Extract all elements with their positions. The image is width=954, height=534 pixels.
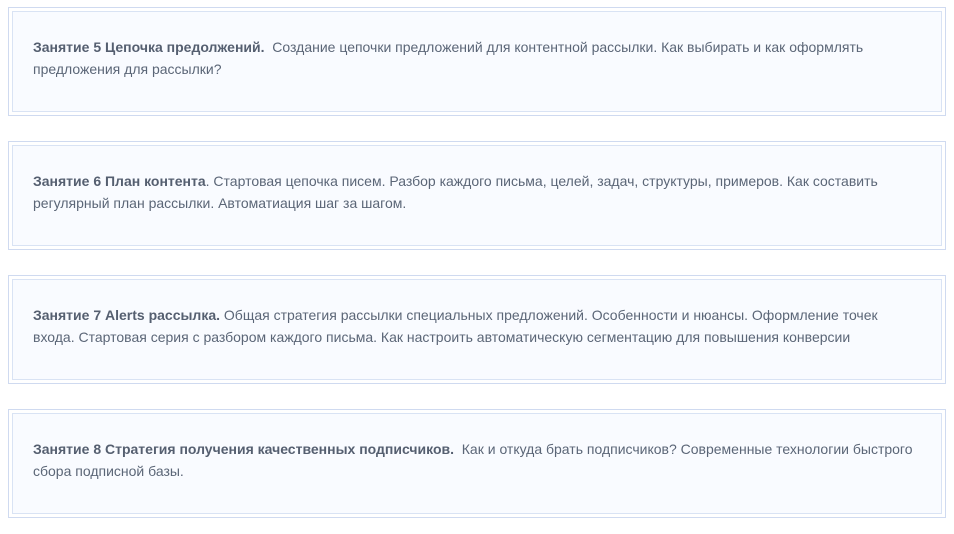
lesson-title: Занятие 7 Alerts рассылка. bbox=[33, 307, 221, 323]
lesson-card-body: Занятие 7 Alerts рассылка. Общая стратег… bbox=[12, 279, 942, 380]
lesson-card-7: Занятие 7 Alerts рассылка. Общая стратег… bbox=[8, 275, 946, 384]
lesson-title: Занятие 8 Стратегия получения качественн… bbox=[33, 441, 454, 457]
lesson-text: Занятие 7 Alerts рассылка. Общая стратег… bbox=[33, 304, 921, 348]
lesson-card-6: Занятие 6 План контента. Стартовая цепоч… bbox=[8, 141, 946, 250]
lesson-text: Занятие 6 План контента. Стартовая цепоч… bbox=[33, 170, 921, 214]
lesson-card-body: Занятие 8 Стратегия получения качественн… bbox=[12, 413, 942, 514]
lesson-card-8: Занятие 8 Стратегия получения качественн… bbox=[8, 409, 946, 518]
lesson-card-5: Занятие 5 Цепочка предолжений. Создание … bbox=[8, 7, 946, 116]
lesson-title: Занятие 6 План контента bbox=[33, 173, 206, 189]
lesson-title: Занятие 5 Цепочка предолжений. bbox=[33, 39, 265, 55]
lesson-card-body: Занятие 5 Цепочка предолжений. Создание … bbox=[12, 11, 942, 112]
lesson-text: Занятие 8 Стратегия получения качественн… bbox=[33, 438, 921, 482]
lesson-text: Занятие 5 Цепочка предолжений. Создание … bbox=[33, 36, 921, 80]
lesson-card-body: Занятие 6 План контента. Стартовая цепоч… bbox=[12, 145, 942, 246]
